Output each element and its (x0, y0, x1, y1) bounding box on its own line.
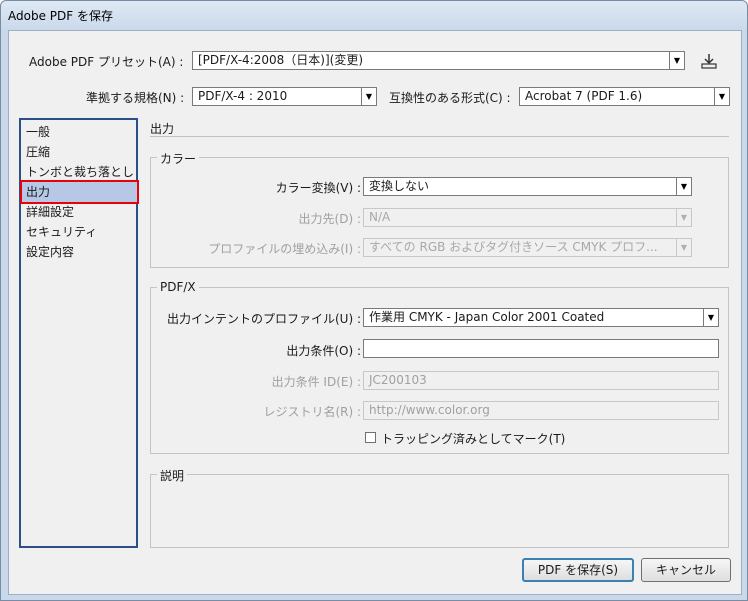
trapped-label: トラッピング済みとしてマーク(T) (381, 432, 566, 446)
registry-field[interactable]: http://www.color.org (363, 401, 719, 420)
title-bar: Adobe PDF を保存 (1, 1, 747, 29)
dialog-body: Adobe PDF プリセット(A) : [PDF/X-4:2008（日本)](… (8, 30, 742, 595)
destination-select[interactable]: N/A ▼ (363, 208, 692, 227)
preset-value: [PDF/X-4:2008（日本)](変更) (198, 53, 364, 67)
compat-label: 互換性のある形式(C) : (389, 91, 511, 105)
chevron-down-icon: ▼ (714, 88, 729, 105)
color-conversion-label: カラー変換(V) : (275, 181, 361, 195)
profile-embed-label: プロファイルの埋め込み(I) : (208, 242, 361, 256)
category-list: 一般 圧縮 トンボと裁ち落とし 出力 詳細設定 セキュリティ 設定内容 (19, 118, 139, 548)
sidebar-item-compression[interactable]: 圧縮 (26, 142, 135, 162)
preset-select[interactable]: [PDF/X-4:2008（日本)](変更) ▼ (192, 51, 685, 70)
trapped-checkbox[interactable] (365, 432, 376, 443)
output-condition-field[interactable] (363, 339, 719, 358)
compat-select[interactable]: Acrobat 7 (PDF 1.6) ▼ (519, 87, 730, 106)
color-group-title: カラー (157, 150, 200, 167)
pdfx-group-title: PDF/X (157, 280, 199, 294)
output-intent-value: 作業用 CMYK - Japan Color 2001 Coated (369, 310, 605, 324)
dialog-window: Adobe PDF を保存 Adobe PDF プリセット(A) : [PDF/… (0, 0, 748, 601)
sidebar-item-summary[interactable]: 設定内容 (26, 242, 135, 262)
section-title: 出力 (150, 122, 175, 136)
output-intent-label: 出力インテントのプロファイル(U) : (166, 312, 361, 326)
preset-label: Adobe PDF プリセット(A) : (29, 55, 184, 69)
condition-id-field[interactable]: JC200103 (363, 371, 719, 390)
profile-embed-value: すべての RGB およびタグ付きソース CMYK プロフ... (369, 240, 658, 254)
standard-label: 準拠する規格(N) : (86, 91, 185, 105)
chevron-down-icon: ▼ (703, 309, 718, 326)
description-group: 説明 (150, 467, 729, 548)
window-title: Adobe PDF を保存 (8, 9, 113, 23)
chevron-down-icon: ▼ (676, 178, 691, 195)
sidebar-item-output[interactable]: 出力 (20, 180, 139, 204)
cancel-button[interactable]: キャンセル (641, 558, 731, 582)
standard-value: PDF/X-4 : 2010 (198, 89, 288, 103)
save-pdf-button[interactable]: PDF を保存(S) (522, 558, 634, 582)
destination-value: N/A (369, 210, 391, 224)
output-intent-select[interactable]: 作業用 CMYK - Japan Color 2001 Coated ▼ (363, 308, 719, 327)
chevron-down-icon: ▼ (669, 52, 684, 69)
output-condition-label: 出力条件(O) : (286, 344, 361, 358)
standard-select[interactable]: PDF/X-4 : 2010 ▼ (192, 87, 377, 106)
section-divider (150, 136, 729, 137)
registry-label: レジストリ名(R) : (263, 405, 361, 419)
chevron-down-icon: ▼ (361, 88, 376, 105)
description-group-title: 説明 (157, 467, 188, 484)
sidebar-item-marks-bleeds[interactable]: トンボと裁ち落とし (26, 162, 135, 182)
chevron-down-icon: ▼ (676, 239, 691, 256)
sidebar-item-general[interactable]: 一般 (26, 122, 135, 142)
compat-value: Acrobat 7 (PDF 1.6) (525, 89, 643, 103)
condition-id-label: 出力条件 ID(E) : (271, 375, 361, 389)
profile-embed-select[interactable]: すべての RGB およびタグ付きソース CMYK プロフ... ▼ (363, 238, 692, 257)
color-conversion-value: 変換しない (369, 179, 430, 193)
destination-label: 出力先(D) : (298, 212, 361, 226)
sidebar-item-security[interactable]: セキュリティ (26, 222, 135, 242)
sidebar-item-advanced[interactable]: 詳細設定 (26, 202, 135, 222)
chevron-down-icon: ▼ (676, 209, 691, 226)
color-conversion-select[interactable]: 変換しない ▼ (363, 177, 692, 196)
save-preset-icon[interactable] (699, 51, 719, 71)
